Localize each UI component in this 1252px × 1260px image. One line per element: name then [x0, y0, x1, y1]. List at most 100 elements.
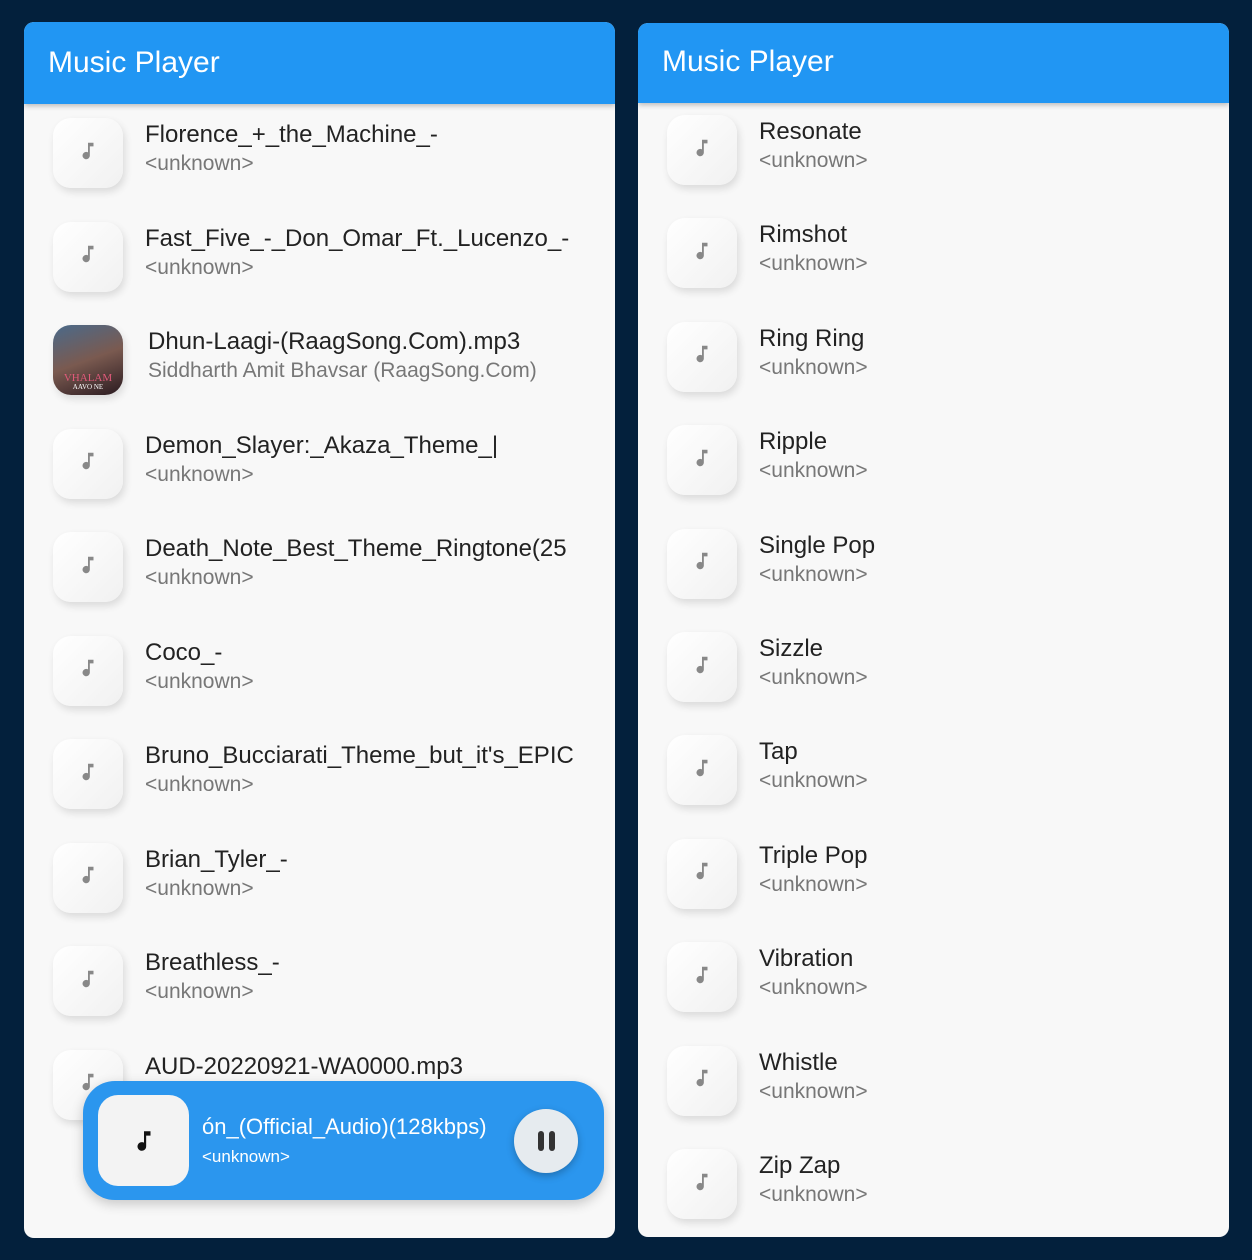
song-title: Brian_Tyler_-: [145, 845, 288, 873]
song-list-item[interactable]: Ripple <unknown>: [638, 425, 1229, 525]
song-thumbnail: [667, 321, 737, 392]
song-list-item[interactable]: VHALAM AAVO NE Dhun-Laagi-(RaagSong.Com).m…: [24, 325, 615, 425]
song-thumbnail: [53, 428, 123, 499]
song-title: Coco_-: [145, 638, 223, 666]
song-list-item[interactable]: Zip Zap <unknown>: [638, 1149, 1229, 1237]
song-list-item[interactable]: Resonate <unknown>: [638, 115, 1229, 215]
song-list-item[interactable]: Tap <unknown>: [638, 735, 1229, 835]
song-title: Resonate: [759, 118, 862, 145]
song-thumbnail: [53, 739, 123, 809]
music-note-icon: [691, 135, 713, 166]
song-artist: <unknown>: [759, 1079, 868, 1103]
now-playing-artist: <unknown>: [202, 1147, 290, 1166]
app-title: Music Player: [48, 46, 220, 79]
song-list-item[interactable]: Ring Ring <unknown>: [638, 321, 1229, 422]
song-title: Triple Pop: [759, 841, 868, 869]
pause-icon: [537, 1131, 544, 1151]
song-title: Rimshot: [759, 221, 848, 249]
music-note-icon: [691, 1169, 713, 1200]
song-list-item[interactable]: Whistle <unknown>: [638, 1045, 1229, 1146]
song-list-item[interactable]: Rimshot <unknown>: [638, 218, 1229, 318]
song-list-item[interactable]: Death_Note_Best_Theme_Ringtone(25 <unknow…: [24, 532, 615, 632]
music-note-icon: [77, 552, 99, 583]
music-note-icon: [691, 548, 713, 579]
song-artist: <unknown>: [759, 1183, 868, 1206]
song-thumbnail: [53, 842, 123, 913]
song-thumbnail: [667, 425, 737, 496]
song-title: Breathless_-: [145, 949, 280, 976]
song-title: Sizzle: [759, 635, 824, 662]
music-note-icon: [77, 655, 99, 686]
song-artist: <unknown>: [145, 462, 254, 486]
song-title: Vibration: [759, 945, 854, 973]
now-playing-title: ón_(Official_Audio)(128kbps): [202, 1114, 487, 1139]
music-note-icon: [77, 759, 99, 790]
music-note-icon: [77, 138, 99, 169]
song-list-item[interactable]: Bruno_Bucciarati_Theme_but_it's_EPIC <unk…: [24, 739, 615, 839]
song-artist: <unknown>: [759, 562, 868, 586]
song-thumbnail: [667, 1149, 737, 1219]
song-artist: <unknown>: [759, 355, 868, 379]
music-note-icon: [691, 858, 713, 889]
song-title: Single Pop: [759, 531, 876, 559]
song-title: Dhun-Laagi-(RaagSong.Com).mp3: [148, 328, 521, 355]
song-title: Florence_+_the_Machine_-: [145, 121, 438, 148]
app-title: Music Player: [662, 45, 834, 78]
album-art: VHALAM AAVO NE: [53, 325, 123, 395]
song-list-item[interactable]: Fast_Five_-_Don_Omar_Ft._Lucenzo_- <unkno…: [24, 221, 615, 322]
song-artist: Siddharth Amit Bhavsar (RaagSong.Com): [148, 359, 537, 382]
app-bar: Music Player: [638, 23, 1229, 103]
song-thumbnail: [667, 838, 737, 909]
song-thumbnail: [667, 115, 737, 185]
song-list-item[interactable]: Sizzle <unknown>: [638, 632, 1229, 732]
song-artist: <unknown>: [145, 669, 254, 693]
song-list-item[interactable]: Coco_- <unknown>: [24, 635, 615, 736]
song-artist: <unknown>: [145, 980, 254, 1003]
song-artist: <unknown>: [145, 255, 254, 279]
song-thumbnail: [667, 735, 737, 806]
song-artist: <unknown>: [759, 459, 868, 483]
music-note-icon: [691, 1065, 713, 1096]
left-screen: Music Player Florence_+_the_Machine_- <un…: [24, 22, 615, 1238]
song-title: Ring Ring: [759, 324, 865, 352]
song-artist: <unknown>: [759, 252, 868, 276]
song-thumbnail: [667, 942, 737, 1013]
song-artist: <unknown>: [145, 566, 254, 589]
pause-button[interactable]: [514, 1109, 578, 1173]
song-thumbnail: [53, 118, 123, 188]
song-artist: <unknown>: [759, 976, 868, 1000]
song-list-item[interactable]: Demon_Slayer:_Akaza_Theme_| <unknown>: [24, 428, 615, 529]
song-title: AUD-20220921-WA0000.mp3: [145, 1052, 463, 1080]
music-note-icon: [691, 445, 713, 476]
music-note-icon: [77, 241, 99, 272]
music-note-icon: [691, 238, 713, 269]
music-note-icon: [691, 755, 713, 786]
song-thumbnail: [667, 632, 737, 702]
song-thumbnail: [667, 218, 737, 289]
song-thumbnail: [53, 946, 123, 1016]
song-thumbnail: [667, 1045, 737, 1116]
mini-player[interactable]: ón_(Official_Audio)(128kbps) <unknown>: [83, 1081, 604, 1200]
music-note-icon: [77, 862, 99, 893]
song-list-item[interactable]: Breathless_- <unknown>: [24, 946, 615, 1046]
song-artist: <unknown>: [145, 152, 254, 175]
song-list-item[interactable]: Florence_+_the_Machine_- <unknown>: [24, 118, 615, 218]
song-artist: <unknown>: [759, 666, 868, 689]
song-title: Fast_Five_-_Don_Omar_Ft._Lucenzo_-: [145, 224, 570, 252]
song-artist: <unknown>: [759, 149, 868, 172]
song-list-item[interactable]: Single Pop <unknown>: [638, 528, 1229, 629]
song-title: Zip Zap: [759, 1152, 841, 1179]
song-title: Death_Note_Best_Theme_Ringtone(25: [145, 535, 567, 562]
music-note-icon: [77, 448, 99, 479]
song-title: Ripple: [759, 428, 828, 456]
song-thumbnail: [53, 635, 123, 706]
song-thumbnail: [53, 221, 123, 292]
music-note-icon: [137, 1130, 150, 1151]
song-list-item[interactable]: Brian_Tyler_- <unknown>: [24, 842, 615, 943]
song-thumbnail: [53, 532, 123, 602]
song-title: Whistle: [759, 1048, 838, 1076]
music-note-icon: [691, 652, 713, 683]
music-note-icon: [691, 341, 713, 372]
song-list-item[interactable]: Vibration <unknown>: [638, 942, 1229, 1042]
song-list-item[interactable]: Triple Pop <unknown>: [638, 838, 1229, 939]
